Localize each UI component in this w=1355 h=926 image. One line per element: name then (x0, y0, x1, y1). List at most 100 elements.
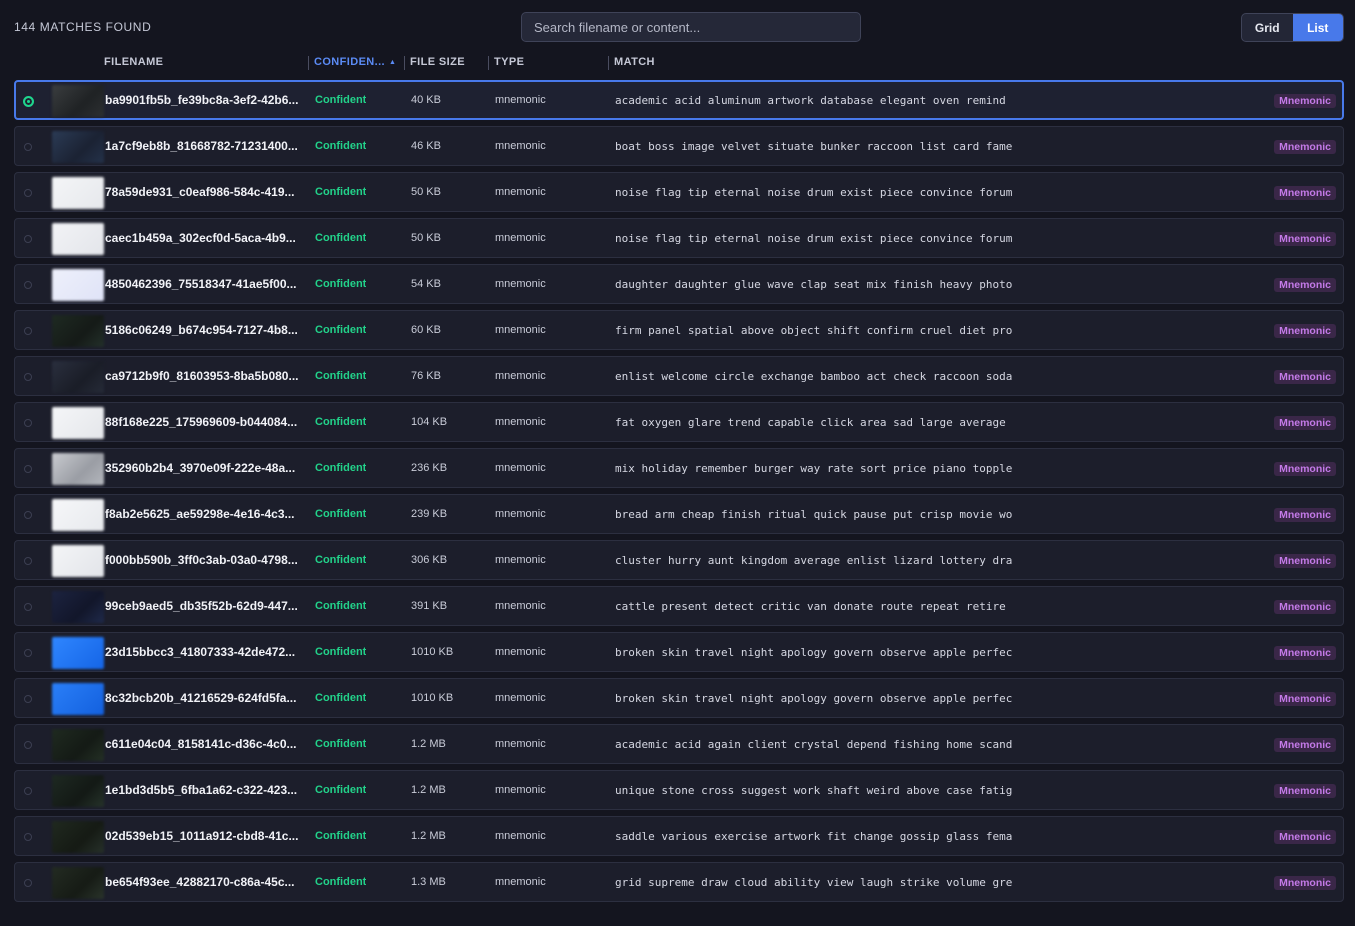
confidence-cell: Confident (315, 186, 367, 198)
row-select-radio[interactable] (24, 787, 32, 795)
type-cell: mnemonic (495, 508, 546, 520)
match-cell: cattle present detect critic van donate … (615, 600, 1006, 613)
table-row[interactable]: ca9712b9f0_81603953-8ba5b080... Confiden… (14, 356, 1344, 396)
column-match[interactable]: MATCH (608, 56, 655, 70)
row-select-radio[interactable] (24, 879, 32, 887)
confidence-cell: Confident (315, 462, 367, 474)
row-select-radio[interactable] (23, 96, 34, 107)
filename-cell: ca9712b9f0_81603953-8ba5b080... (105, 369, 299, 383)
row-select-radio[interactable] (24, 373, 32, 381)
list-view-button[interactable]: List (1292, 14, 1343, 41)
match-cell: daughter daughter glue wave clap seat mi… (615, 278, 1013, 291)
grid-view-button[interactable]: Grid (1242, 14, 1293, 41)
type-cell: mnemonic (495, 94, 546, 106)
match-cell: firm panel spatial above object shift co… (615, 324, 1013, 337)
row-select-radio[interactable] (24, 511, 32, 519)
row-select-radio[interactable] (24, 603, 32, 611)
column-file-size-label: FILE SIZE (410, 56, 465, 68)
confidence-cell: Confident (315, 600, 367, 612)
file-size-cell: 54 KB (411, 278, 441, 290)
confidence-cell: Confident (315, 278, 367, 290)
table-row[interactable]: caec1b459a_302ecf0d-5aca-4b9... Confiden… (14, 218, 1344, 258)
type-badge: Mnemonic (1274, 876, 1336, 890)
row-select-radio[interactable] (24, 649, 32, 657)
confidence-cell: Confident (315, 140, 367, 152)
table-row[interactable]: 8c32bcb20b_41216529-624fd5fa... Confiden… (14, 678, 1344, 718)
filename-cell: 5186c06249_b674c954-7127-4b8... (105, 323, 298, 337)
table-row[interactable]: 352960b2b4_3970e09f-222e-48a... Confiden… (14, 448, 1344, 488)
filename-cell: 88f168e225_175969609-b044084... (105, 415, 298, 429)
file-size-cell: 1.2 MB (411, 830, 446, 842)
table-row[interactable]: 99ceb9aed5_db35f52b-62d9-447... Confiden… (14, 586, 1344, 626)
filename-cell: c611e04c04_8158141c-d36c-4c0... (105, 737, 297, 751)
row-select-radio[interactable] (24, 235, 32, 243)
column-match-label: MATCH (614, 56, 655, 68)
row-select-radio[interactable] (24, 465, 32, 473)
row-select-radio[interactable] (24, 281, 32, 289)
table-row[interactable]: 1e1bd3d5b5_6fba1a62-c322-423... Confiden… (14, 770, 1344, 810)
search-input[interactable] (521, 12, 861, 42)
file-thumbnail (52, 591, 104, 623)
type-cell: mnemonic (495, 646, 546, 658)
file-thumbnail (52, 775, 104, 807)
match-cell: enlist welcome circle exchange bamboo ac… (615, 370, 1013, 383)
file-size-cell: 391 KB (411, 600, 448, 612)
column-file-size[interactable]: FILE SIZE (404, 56, 465, 70)
match-cell: noise flag tip eternal noise drum exist … (615, 186, 1013, 199)
table-row[interactable]: ba9901fb5b_fe39bc8a-3ef2-42b6... Confide… (14, 80, 1344, 120)
confidence-cell: Confident (315, 370, 367, 382)
match-cell: mix holiday remember burger way rate sor… (615, 462, 1013, 475)
row-select-radio[interactable] (24, 741, 32, 749)
type-cell: mnemonic (495, 830, 546, 842)
table-row[interactable]: c611e04c04_8158141c-d36c-4c0... Confiden… (14, 724, 1344, 764)
file-size-cell: 1010 KB (411, 692, 454, 704)
row-select-radio[interactable] (24, 833, 32, 841)
match-cell: saddle various exercise artwork fit chan… (615, 830, 1013, 843)
file-size-cell: 1.2 MB (411, 784, 446, 796)
matches-count: 144 MATCHES FOUND (14, 20, 152, 34)
column-filename[interactable]: FILENAME (104, 56, 163, 70)
filename-cell: ba9901fb5b_fe39bc8a-3ef2-42b6... (105, 93, 299, 107)
file-size-cell: 104 KB (411, 416, 448, 428)
file-thumbnail (52, 499, 104, 531)
column-header: FILENAME CONFIDEN... ▲ FILE SIZE TYPE MAT… (0, 52, 1355, 74)
row-select-radio[interactable] (24, 419, 32, 427)
column-type[interactable]: TYPE (488, 56, 524, 70)
table-row[interactable]: 02d539eb15_1011a912-cbd8-41c... Confiden… (14, 816, 1344, 856)
table-row[interactable]: 88f168e225_175969609-b044084... Confiden… (14, 402, 1344, 442)
type-badge: Mnemonic (1274, 416, 1336, 430)
column-type-label: TYPE (494, 56, 525, 68)
file-size-cell: 1010 KB (411, 646, 454, 658)
confidence-cell: Confident (315, 508, 367, 520)
type-badge: Mnemonic (1274, 600, 1336, 614)
table-row[interactable]: 78a59de931_c0eaf986-584c-419... Confiden… (14, 172, 1344, 212)
column-confidence[interactable]: CONFIDEN... ▲ (308, 56, 396, 70)
file-size-cell: 46 KB (411, 140, 441, 152)
table-row[interactable]: f000bb590b_3ff0c3ab-03a0-4798... Confide… (14, 540, 1344, 580)
file-thumbnail (52, 131, 104, 163)
filename-cell: 1a7cf9eb8b_81668782-71231400... (105, 139, 298, 153)
match-cell: unique stone cross suggest work shaft we… (615, 784, 1013, 797)
file-thumbnail (52, 821, 104, 853)
filename-cell: 23d15bbcc3_41807333-42de472... (105, 645, 296, 659)
table-row[interactable]: be654f93ee_42882170-c86a-45c... Confiden… (14, 862, 1344, 902)
row-select-radio[interactable] (24, 143, 32, 151)
type-badge: Mnemonic (1274, 784, 1336, 798)
table-row[interactable]: 4850462396_75518347-41ae5f00... Confiden… (14, 264, 1344, 304)
match-cell: broken skin travel night apology govern … (615, 646, 1013, 659)
filename-cell: caec1b459a_302ecf0d-5aca-4b9... (105, 231, 296, 245)
file-thumbnail (52, 637, 104, 669)
table-row[interactable]: 23d15bbcc3_41807333-42de472... Confident… (14, 632, 1344, 672)
table-row[interactable]: 1a7cf9eb8b_81668782-71231400... Confiden… (14, 126, 1344, 166)
confidence-cell: Confident (315, 830, 367, 842)
file-size-cell: 1.3 MB (411, 876, 446, 888)
row-select-radio[interactable] (24, 189, 32, 197)
table-row[interactable]: 5186c06249_b674c954-7127-4b8... Confiden… (14, 310, 1344, 350)
type-badge: Mnemonic (1274, 370, 1336, 384)
top-bar: 144 MATCHES FOUND Grid List (0, 0, 1355, 52)
row-select-radio[interactable] (24, 327, 32, 335)
row-select-radio[interactable] (24, 557, 32, 565)
type-badge: Mnemonic (1274, 140, 1336, 154)
table-row[interactable]: f8ab2e5625_ae59298e-4e16-4c3... Confiden… (14, 494, 1344, 534)
row-select-radio[interactable] (24, 695, 32, 703)
